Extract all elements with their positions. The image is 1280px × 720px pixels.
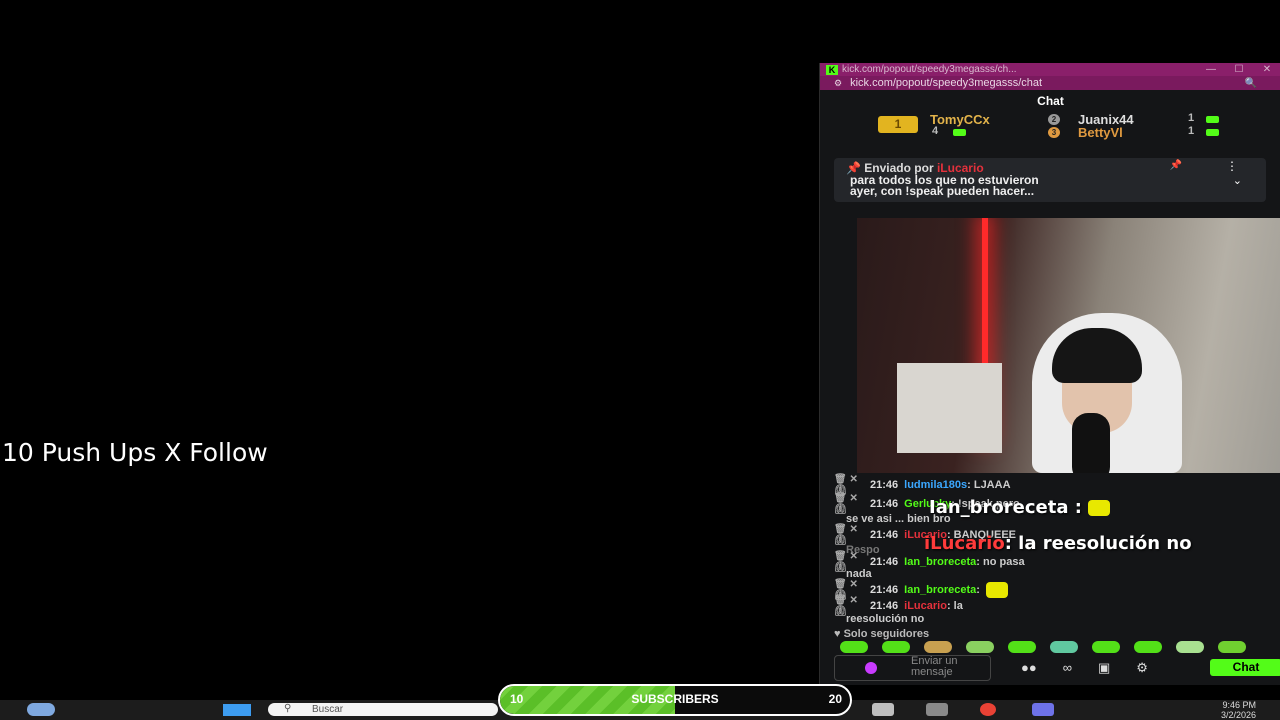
emote-button[interactable] xyxy=(966,641,994,653)
pinned-text-line-2: ayer, con !speak pueden hacer... xyxy=(850,184,1035,198)
chat-username[interactable]: iLucario xyxy=(904,600,947,612)
chat-title: Chat xyxy=(1037,94,1064,108)
emote-bar xyxy=(840,641,1246,653)
window-titlebar[interactable]: K kick.com/popout/speedy3megasss/ch... —… xyxy=(820,63,1280,76)
gift-box-icon[interactable]: ▣ xyxy=(1098,660,1110,676)
stream-overlay-text: 10 Push Ups X Follow xyxy=(2,438,268,467)
chrome-icon[interactable] xyxy=(980,703,996,716)
emote-icon xyxy=(985,581,1008,598)
chat-popout-window: K kick.com/popout/speedy3megasss/ch... —… xyxy=(819,63,1280,685)
gift-icon xyxy=(953,129,966,136)
close-button[interactable]: ✕ xyxy=(1253,64,1280,75)
chat-username[interactable]: ludmila180s xyxy=(904,479,967,491)
chat-message: 🗑 ✕ ⏲ 21:46 iLucario : la xyxy=(834,595,963,617)
site-settings-icon[interactable]: ⚙ xyxy=(834,78,842,89)
weather-icon[interactable] xyxy=(27,703,55,716)
pinned-message[interactable]: 📌 Enviado por iLucario para todos los qu… xyxy=(834,158,1266,202)
goal-label: SUBSCRIBERS xyxy=(631,692,719,706)
minimize-button[interactable]: — xyxy=(1197,64,1225,75)
address-url[interactable]: kick.com/popout/speedy3megasss/chat xyxy=(850,77,1244,89)
more-options-icon[interactable]: ⋮ xyxy=(1226,159,1238,173)
emote-button[interactable] xyxy=(1176,641,1204,653)
gift-icon xyxy=(1206,129,1219,136)
maximize-button[interactable]: ☐ xyxy=(1225,64,1253,75)
infinity-icon[interactable]: ∞ xyxy=(1063,660,1072,676)
settings-app-icon[interactable] xyxy=(926,703,948,716)
leader-count-1: 4 xyxy=(932,125,939,137)
mod-actions-icon[interactable]: 🗑 ✕ ⏲ xyxy=(834,524,870,546)
search-icon: ⚲ xyxy=(284,703,292,714)
first-place-medal-icon: 1 xyxy=(878,116,918,133)
rank-3-icon: 3 xyxy=(1048,127,1060,138)
emote-button[interactable] xyxy=(924,641,952,653)
settings-icon[interactable]: ⚙ xyxy=(1136,660,1148,676)
discord-icon[interactable] xyxy=(1032,703,1054,716)
taskbar-search-input[interactable]: ⚲ Buscar xyxy=(268,703,498,716)
emote-button[interactable] xyxy=(840,641,868,653)
subscriber-goal-bar: 10 SUBSCRIBERS 20 xyxy=(498,684,852,716)
leader-name-3[interactable]: BettyVl xyxy=(1078,125,1123,140)
send-chat-button[interactable]: Chat xyxy=(1210,659,1280,676)
goal-target: 20 xyxy=(828,692,842,706)
unpin-icon[interactable]: 📌 xyxy=(1170,160,1182,171)
followers-only-notice: ♥ Solo seguidores xyxy=(834,628,930,640)
emote-button[interactable] xyxy=(1008,641,1036,653)
heart-icon: ♥ xyxy=(834,628,844,640)
emote-button[interactable] xyxy=(882,641,910,653)
address-bar[interactable]: ⚙ kick.com/popout/speedy3megasss/chat 🔍 xyxy=(820,76,1280,90)
chat-message: 🗑 ✕ ⏲ 21:46 Ian_broreceta : no pasa xyxy=(834,551,1025,573)
chat-message-input[interactable]: Enviar un mensaje xyxy=(834,655,991,681)
emote-button[interactable] xyxy=(1050,641,1078,653)
chat-input-bar: Enviar un mensaje ●● ∞ ▣ ⚙ Chat xyxy=(834,655,1280,681)
emote-button[interactable] xyxy=(1134,641,1162,653)
leader-count-2: 1 xyxy=(1188,112,1195,124)
zoom-icon[interactable]: 🔍 xyxy=(1245,78,1257,89)
tts-overlay-line-1: Ian_broreceta : xyxy=(929,497,1111,518)
emote-button[interactable] xyxy=(1218,641,1246,653)
chat-message: 🗑 ✕ ⏲ 21:46 ludmila180s : LJAAA xyxy=(834,473,1011,496)
leader-count-3: 1 xyxy=(1188,125,1195,137)
gift-icon xyxy=(1206,116,1219,123)
kick-logo-icon: K xyxy=(826,64,838,75)
system-clock[interactable]: 9:46 PM 3/2/2026 xyxy=(1221,700,1256,720)
emoji-picker-icon[interactable] xyxy=(865,662,877,674)
app-icon[interactable] xyxy=(872,703,894,716)
leader-name-1[interactable]: TomyCCx xyxy=(930,112,990,127)
window-title: kick.com/popout/speedy3megasss/ch... xyxy=(842,64,1017,75)
chevron-down-icon[interactable]: ⌄ xyxy=(1233,174,1242,187)
webcam-overlay xyxy=(857,218,1280,473)
chat-username[interactable]: Ian_broreceta xyxy=(904,584,976,596)
tts-overlay-line-2: iLucario: la reesolución no xyxy=(924,533,1192,554)
chat-message: 🗑 ✕ ⏲ 21:46 Ian_broreceta : xyxy=(834,579,1264,601)
gift-leaderboard: 1 TomyCCx 4 2 Juanix44 1 3 BettyVl 1 xyxy=(820,112,1280,146)
mod-actions-icon[interactable]: 🗑 ✕ ⏲ xyxy=(834,493,870,515)
users-icon[interactable]: ●● xyxy=(1021,660,1037,676)
chat-username[interactable]: Ian_broreceta xyxy=(904,556,976,568)
start-button-icon[interactable] xyxy=(223,704,251,716)
emote-button[interactable] xyxy=(1092,641,1120,653)
rank-2-icon: 2 xyxy=(1048,114,1060,125)
emote-icon xyxy=(1088,500,1111,516)
